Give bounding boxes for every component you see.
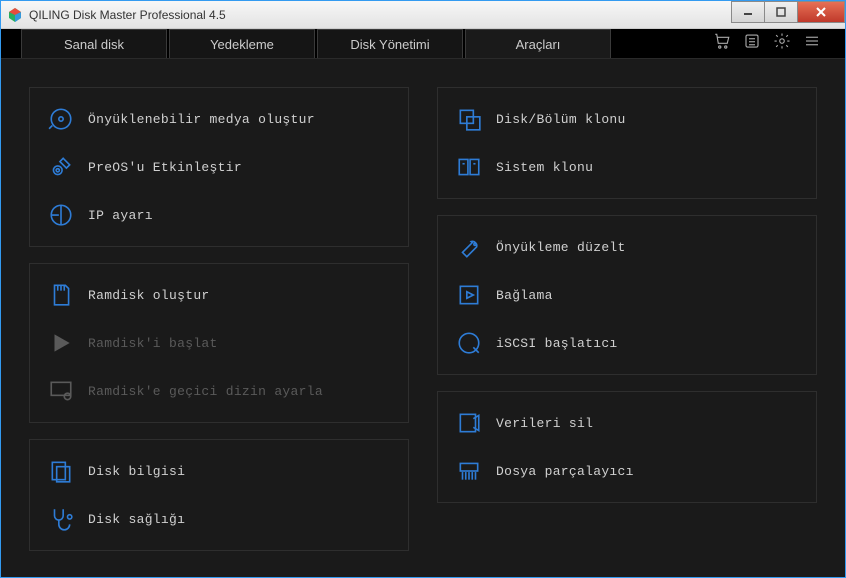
panel-clone: Disk/Bölüm klonu Sistem klonu bbox=[437, 87, 817, 199]
item-system-clone[interactable]: Sistem klonu bbox=[456, 154, 798, 180]
tab-yedekleme[interactable]: Yedekleme bbox=[169, 29, 315, 58]
tab-araclari[interactable]: Araçları bbox=[465, 29, 611, 58]
panel-ramdisk: Ramdisk oluştur Ramdisk'i başlat Ramdisk… bbox=[29, 263, 409, 423]
item-label: IP ayarı bbox=[88, 208, 153, 223]
item-file-shredder[interactable]: Dosya parçalayıcı bbox=[456, 458, 798, 484]
item-label: PreOS'u Etkinleştir bbox=[88, 160, 242, 175]
maximize-button[interactable] bbox=[764, 1, 798, 23]
window-controls bbox=[732, 1, 845, 28]
window-title: QILING Disk Master Professional 4.5 bbox=[29, 8, 732, 22]
panel-erase: Verileri sil Dosya parçalayıcı bbox=[437, 391, 817, 503]
titlebar[interactable]: QILING Disk Master Professional 4.5 bbox=[1, 1, 845, 29]
item-disk-health[interactable]: Disk sağlığı bbox=[48, 506, 390, 532]
play-icon bbox=[48, 330, 74, 356]
minimize-button[interactable] bbox=[731, 1, 765, 23]
erase-icon bbox=[456, 410, 482, 436]
item-iscsi[interactable]: iSCSI başlatıcı bbox=[456, 330, 798, 356]
clone-icon bbox=[456, 106, 482, 132]
tab-disk-yonetimi[interactable]: Disk Yönetimi bbox=[317, 29, 463, 58]
mount-icon bbox=[456, 282, 482, 308]
list-icon[interactable] bbox=[743, 32, 761, 55]
app-icon bbox=[7, 7, 23, 23]
item-wipe-data[interactable]: Verileri sil bbox=[456, 410, 798, 436]
item-mount[interactable]: Bağlama bbox=[456, 282, 798, 308]
item-label: Disk bilgisi bbox=[88, 464, 185, 479]
panel-boot-mount: Önyükleme düzelt Bağlama iSCSI başlatıcı bbox=[437, 215, 817, 375]
item-bootable-media[interactable]: Önyüklenebilir medya oluştur bbox=[48, 106, 390, 132]
item-label: Ramdisk'i başlat bbox=[88, 336, 218, 351]
item-ramdisk-start: Ramdisk'i başlat bbox=[48, 330, 390, 356]
item-label: Bağlama bbox=[496, 288, 553, 303]
tab-sanal-disk[interactable]: Sanal disk bbox=[21, 29, 167, 58]
item-label: Disk sağlığı bbox=[88, 512, 185, 527]
item-disk-info[interactable]: Disk bilgisi bbox=[48, 458, 390, 484]
right-column: Disk/Bölüm klonu Sistem klonu Önyükleme … bbox=[437, 87, 817, 549]
migrate-icon bbox=[456, 154, 482, 180]
cart-icon[interactable] bbox=[713, 32, 731, 55]
item-label: Disk/Bölüm klonu bbox=[496, 112, 626, 127]
monitor-gear-icon bbox=[48, 378, 74, 404]
item-ip-settings[interactable]: IP ayarı bbox=[48, 202, 390, 228]
item-label: Ramdisk'e geçici dizin ayarla bbox=[88, 384, 323, 399]
app-window: QILING Disk Master Professional 4.5 Sana… bbox=[0, 0, 846, 578]
shredder-icon bbox=[456, 458, 482, 484]
item-label: Önyükleme düzelt bbox=[496, 240, 626, 255]
tabbar: Sanal disk Yedekleme Disk Yönetimi Araçl… bbox=[1, 29, 845, 59]
panel-boot-tools: Önyüklenebilir medya oluştur PreOS'u Etk… bbox=[29, 87, 409, 247]
disc-icon bbox=[48, 106, 74, 132]
close-button[interactable] bbox=[797, 1, 845, 23]
panel-disk-info: Disk bilgisi Disk sağlığı bbox=[29, 439, 409, 551]
left-column: Önyüklenebilir medya oluştur PreOS'u Etk… bbox=[29, 87, 409, 549]
item-preos[interactable]: PreOS'u Etkinleştir bbox=[48, 154, 390, 180]
item-label: iSCSI başlatıcı bbox=[496, 336, 618, 351]
disk-info-icon bbox=[48, 458, 74, 484]
stethoscope-icon bbox=[48, 506, 74, 532]
gear-wrench-icon bbox=[48, 154, 74, 180]
item-ramdisk-create[interactable]: Ramdisk oluştur bbox=[48, 282, 390, 308]
item-ramdisk-tempdir: Ramdisk'e geçici dizin ayarla bbox=[48, 378, 390, 404]
content: Önyüklenebilir medya oluştur PreOS'u Etk… bbox=[1, 59, 845, 577]
iscsi-icon bbox=[456, 330, 482, 356]
wrench-icon bbox=[456, 234, 482, 260]
gear-icon[interactable] bbox=[773, 32, 791, 55]
sdcard-icon bbox=[48, 282, 74, 308]
network-icon bbox=[48, 202, 74, 228]
item-disk-clone[interactable]: Disk/Bölüm klonu bbox=[456, 106, 798, 132]
item-label: Verileri sil bbox=[496, 416, 593, 431]
item-label: Ramdisk oluştur bbox=[88, 288, 210, 303]
item-label: Sistem klonu bbox=[496, 160, 593, 175]
item-label: Önyüklenebilir medya oluştur bbox=[88, 112, 315, 127]
item-boot-fix[interactable]: Önyükleme düzelt bbox=[456, 234, 798, 260]
menu-icon[interactable] bbox=[803, 32, 821, 55]
item-label: Dosya parçalayıcı bbox=[496, 464, 634, 479]
